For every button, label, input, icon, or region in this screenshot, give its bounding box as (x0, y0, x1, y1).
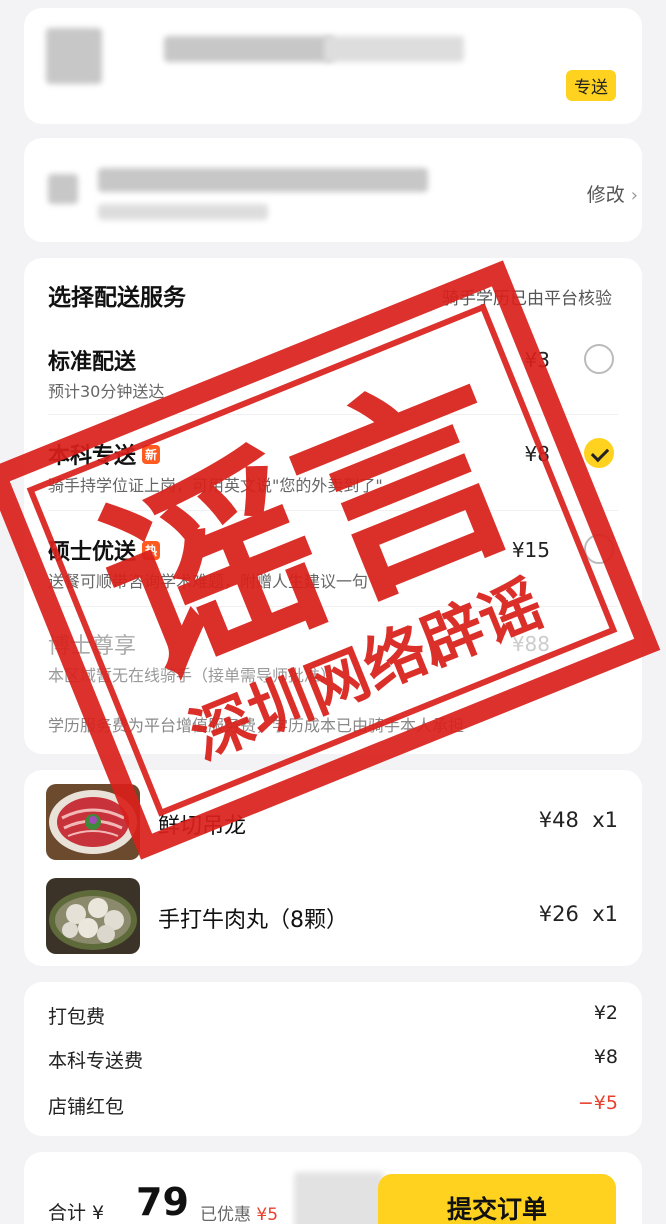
shop-card: 专送 (24, 8, 642, 124)
total-label: 合计 ¥ (48, 1202, 105, 1224)
option-desc: 送餐可顺带咨询学术难题，附赠人生建议一句 (48, 572, 369, 591)
fee-label: 店铺红包 (48, 1096, 125, 1118)
option-price: ¥88 (511, 632, 550, 656)
option-name: 博士尊享 (48, 634, 137, 659)
fee-value: ¥2 (593, 1002, 618, 1024)
option-radio[interactable] (584, 534, 614, 564)
delivery-section-title: 选择配送服务 (48, 285, 186, 311)
shop-name-blurred (164, 36, 334, 62)
submit-order-button[interactable]: 提交订单 (378, 1174, 616, 1224)
total-amount: 79 (136, 1180, 189, 1224)
delivery-option-master[interactable]: 硕士优送热 送餐可顺带咨询学术难题，附赠人生建议一句 ¥15 (24, 526, 642, 616)
delivery-type-tag: 专送 (566, 70, 616, 101)
option-desc: 骑手持学位证上岗，可用英文说"您的外卖到了" (48, 476, 383, 495)
item-price-qty: ¥26 x1 (538, 902, 618, 926)
list-item[interactable]: 手打牛肉丸（8颗） ¥26 x1 (24, 878, 642, 958)
hot-badge: 热 (142, 540, 161, 560)
divider (48, 606, 618, 607)
sliced-beef-image (46, 784, 140, 860)
order-items-card: 鲜切吊龙 ¥48 x1 手打牛肉丸（8颗） ¥26 x1 (24, 770, 642, 966)
delivery-section-note: 骑手学历已由平台核验 (442, 289, 612, 309)
delivery-option-doctor: 博士尊享 本区域暂无在线骑手（接单需导师批准） ¥88 (24, 620, 642, 710)
beef-balls-image (46, 878, 140, 954)
fee-row-delivery: 本科专送费 ¥8 (48, 1046, 618, 1076)
fee-row-packaging: 打包费 ¥2 (48, 1002, 618, 1032)
fee-label: 打包费 (48, 1006, 106, 1028)
delivery-option-standard[interactable]: 标准配送 预计30分钟送达 ¥3 (24, 336, 642, 426)
item-name: 手打牛肉丸（8颗） (158, 908, 348, 933)
list-item[interactable]: 鲜切吊龙 ¥48 x1 (24, 784, 642, 864)
fee-row-coupon[interactable]: 店铺红包 −¥5 (48, 1092, 618, 1122)
shop-subtitle-blurred (324, 36, 464, 62)
option-price: ¥3 (524, 348, 550, 372)
item-name: 鲜切吊龙 (158, 814, 247, 839)
divider (48, 414, 618, 415)
checkout-bar: 合计 ¥ 79 已优惠 ¥5 提交订单 (24, 1152, 642, 1224)
option-radio-checked[interactable] (584, 438, 614, 468)
fee-label: 本科专送费 (48, 1050, 144, 1072)
chevron-right-icon: › (630, 185, 638, 206)
item-price-qty: ¥48 x1 (538, 808, 618, 832)
shop-logo-blurred (46, 28, 102, 84)
option-name: 硕士优送热 (48, 534, 161, 566)
edit-label: 修改 (586, 184, 625, 206)
option-name: 本科专送新 (48, 438, 161, 470)
option-price: ¥8 (524, 442, 550, 466)
delivery-option-bachelor[interactable]: 本科专送新 骑手持学位证上岗，可用英文说"您的外卖到了" ¥8 (24, 430, 642, 520)
fee-value: ¥8 (593, 1046, 618, 1068)
location-icon-blurred (48, 174, 78, 204)
option-price: ¥15 (511, 538, 550, 562)
divider (48, 510, 618, 511)
blurred-region (294, 1172, 384, 1224)
delivery-footnote: 学历服务费为平台增值服务费，学历成本已由骑手本人承担 (48, 716, 465, 735)
delivery-service-card: 选择配送服务 骑手学历已由平台核验 标准配送 预计30分钟送达 ¥3 本科专送新… (24, 258, 642, 754)
option-desc: 预计30分钟送达 (48, 382, 165, 401)
fee-value-discount: −¥5 (577, 1092, 618, 1114)
option-radio[interactable] (584, 344, 614, 374)
fees-card: 打包费 ¥2 本科专送费 ¥8 店铺红包 −¥5 (24, 982, 642, 1136)
edit-address-link[interactable]: 修改 › (587, 180, 638, 207)
address-text-blurred (98, 168, 428, 192)
option-name: 标准配送 (48, 350, 137, 375)
option-desc: 本区域暂无在线骑手（接单需导师批准） (48, 666, 337, 685)
new-badge: 新 (142, 444, 161, 464)
address-card[interactable] (24, 138, 642, 242)
contact-text-blurred (98, 204, 268, 220)
saved-text: 已优惠 ¥5 (200, 1205, 279, 1224)
